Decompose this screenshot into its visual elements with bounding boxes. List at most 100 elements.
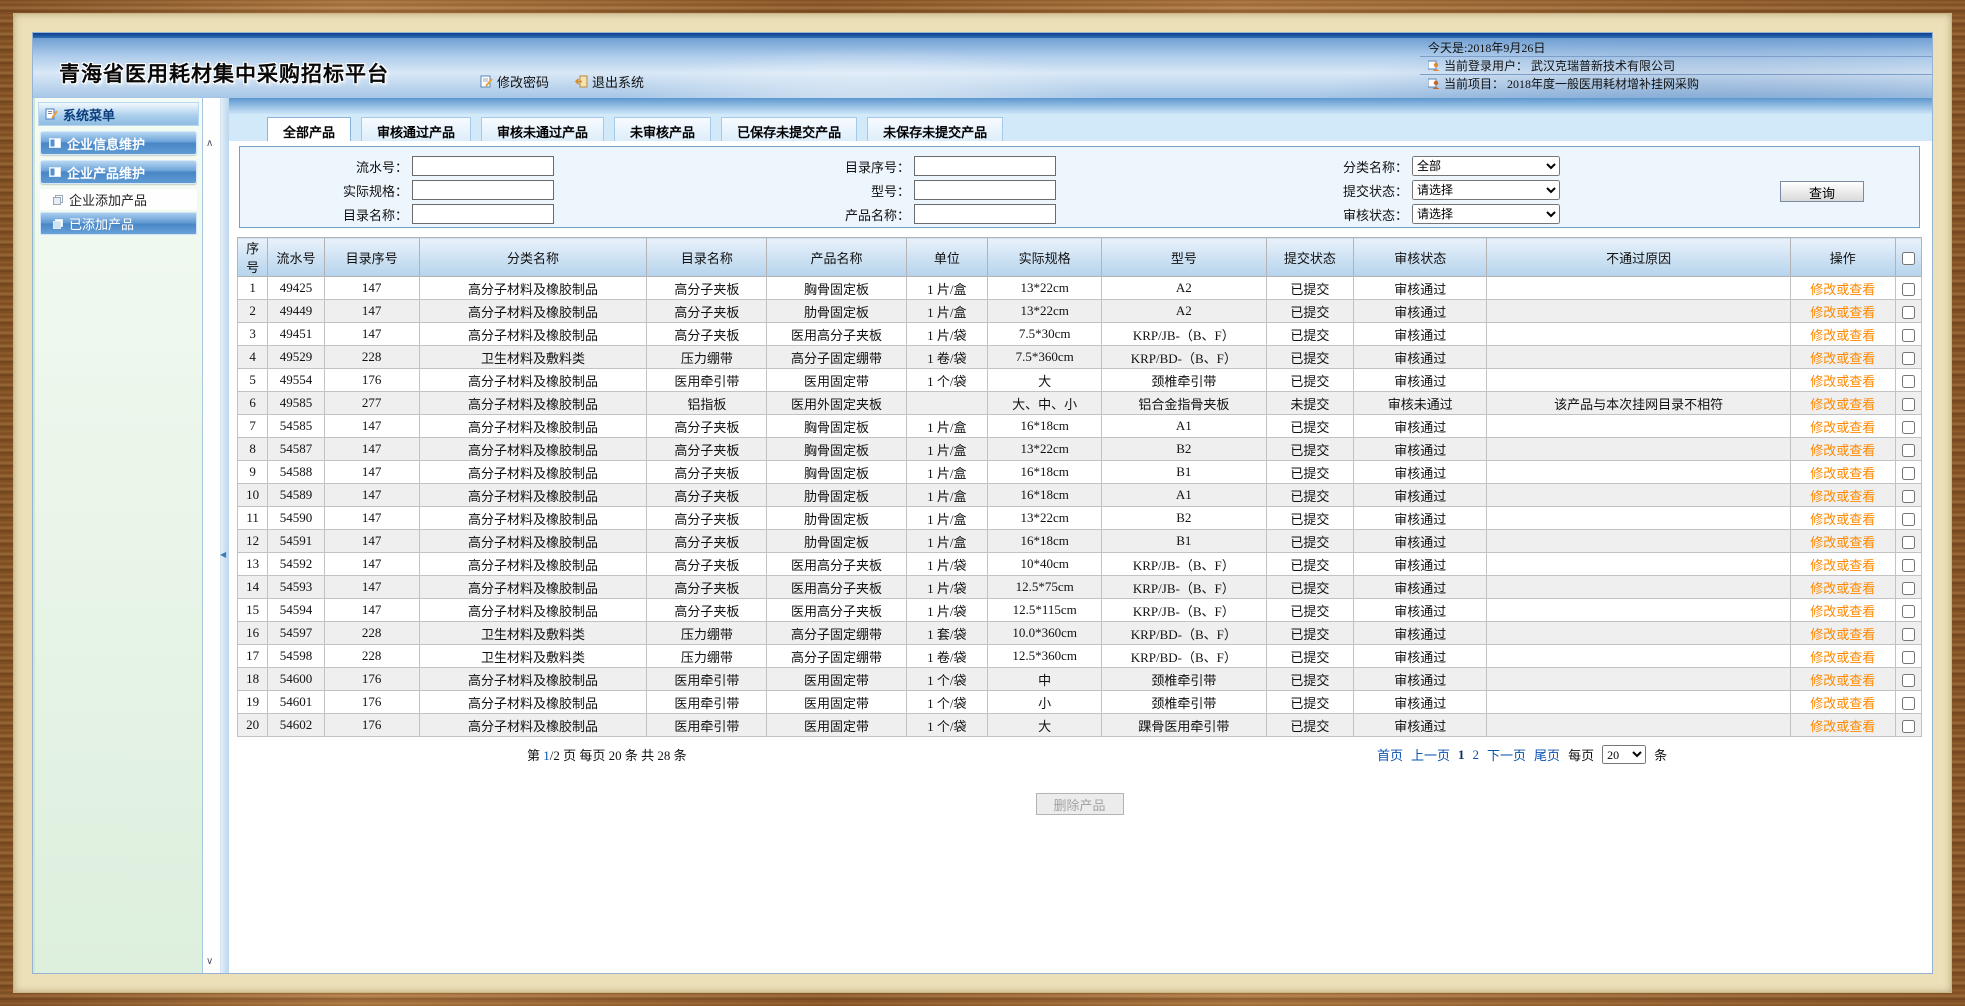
edit-or-view-link[interactable]: 修改或查看 — [1810, 328, 1875, 343]
row-checkbox[interactable] — [1902, 536, 1915, 549]
col-model: B2 — [1102, 438, 1266, 461]
row-checkbox[interactable] — [1902, 283, 1915, 296]
edit-or-view-link[interactable]: 修改或查看 — [1810, 719, 1875, 734]
select-all-checkbox[interactable] — [1902, 252, 1915, 265]
submit-status-select[interactable]: 请选择 — [1412, 180, 1560, 200]
edit-or-view-link[interactable]: 修改或查看 — [1810, 397, 1875, 412]
col-reject-reason — [1487, 599, 1791, 622]
sidebar-item-enterprise-products[interactable]: 企业产品维护 — [40, 160, 197, 184]
logout-link[interactable]: 退出系统 — [575, 72, 644, 91]
edit-or-view-link[interactable]: 修改或查看 — [1810, 673, 1875, 688]
audit-status-select[interactable]: 请选择 — [1412, 204, 1560, 224]
row-checkbox[interactable] — [1902, 651, 1915, 664]
col-reject-reason — [1487, 622, 1791, 645]
row-checkbox[interactable] — [1902, 490, 1915, 503]
col-submit-status: 已提交 — [1266, 714, 1354, 737]
edit-or-view-link[interactable]: 修改或查看 — [1810, 627, 1875, 642]
edit-or-view-link[interactable]: 修改或查看 — [1810, 650, 1875, 665]
edit-or-view-link[interactable]: 修改或查看 — [1810, 374, 1875, 389]
edit-or-view-link[interactable]: 修改或查看 — [1810, 351, 1875, 366]
row-checkbox[interactable] — [1902, 559, 1915, 572]
edit-or-view-link[interactable]: 修改或查看 — [1810, 581, 1875, 596]
row-checkbox[interactable] — [1902, 398, 1915, 411]
sidebar-item-added-products[interactable]: 已添加产品 — [40, 212, 197, 235]
row-checkbox[interactable] — [1902, 467, 1915, 480]
page-1-current: 1 — [1458, 747, 1465, 763]
col-category: 卫生材料及敷料类 — [419, 346, 647, 369]
last-page-link[interactable]: 尾页 — [1534, 745, 1560, 764]
col-select — [1895, 622, 1921, 645]
header-col-spec: 实际规格 — [988, 238, 1102, 277]
header-info: 今天是:2018年9月26日 当前登录用户： 武汉克瑞普新技术有限公司 当前项目… — [1420, 39, 1932, 92]
main-content: 流水号： 目录序号： 分类名称： 全部 实际规格： 型号： — [229, 141, 1932, 973]
col-unit: 1 片/盒 — [906, 530, 988, 553]
col-reject-reason — [1487, 714, 1791, 737]
col-seq: 14 — [238, 576, 268, 599]
col-serial: 54587 — [268, 438, 324, 461]
col-seq: 15 — [238, 599, 268, 622]
tab-bar: 全部产品审核通过产品审核未通过产品未审核产品已保存未提交产品未保存未提交产品 — [229, 114, 1932, 141]
col-unit: 1 个/袋 — [906, 691, 988, 714]
collapse-arrow-icon[interactable]: ◀ — [220, 550, 226, 559]
spec-input[interactable] — [412, 180, 554, 200]
row-checkbox[interactable] — [1902, 329, 1915, 342]
scroll-down-icon[interactable]: ∨ — [206, 956, 213, 967]
row-checkbox[interactable] — [1902, 674, 1915, 687]
row-checkbox[interactable] — [1902, 444, 1915, 457]
row-checkbox[interactable] — [1902, 720, 1915, 733]
edit-or-view-link[interactable]: 修改或查看 — [1810, 604, 1875, 619]
edit-or-view-link[interactable]: 修改或查看 — [1810, 489, 1875, 504]
delete-product-button[interactable]: 删除产品 — [1036, 793, 1124, 815]
catalog-no-input[interactable] — [914, 156, 1056, 176]
col-product-name: 胸骨固定板 — [767, 415, 906, 438]
row-checkbox[interactable] — [1902, 306, 1915, 319]
panel-splitter[interactable]: ◀ — [221, 98, 229, 973]
change-password-link[interactable]: 修改密码 — [480, 72, 549, 91]
row-checkbox[interactable] — [1902, 628, 1915, 641]
model-label: 型号： — [554, 181, 910, 200]
col-category: 高分子材料及橡胶制品 — [419, 277, 647, 300]
row-checkbox[interactable] — [1902, 605, 1915, 618]
col-action: 修改或查看 — [1790, 691, 1895, 714]
row-checkbox[interactable] — [1902, 352, 1915, 365]
edit-or-view-link[interactable]: 修改或查看 — [1810, 443, 1875, 458]
sidebar-item-add-product[interactable]: 企业添加产品 — [40, 189, 197, 210]
col-catalog-name: 医用牵引带 — [647, 691, 767, 714]
query-button[interactable]: 查询 — [1780, 181, 1864, 202]
row-checkbox[interactable] — [1902, 582, 1915, 595]
col-spec: 16*18cm — [988, 461, 1102, 484]
row-checkbox[interactable] — [1902, 697, 1915, 710]
edit-or-view-link[interactable]: 修改或查看 — [1810, 535, 1875, 550]
edit-or-view-link[interactable]: 修改或查看 — [1810, 305, 1875, 320]
doc-icon — [53, 219, 63, 229]
scroll-up-icon[interactable]: ∧ — [206, 138, 213, 149]
per-page-select[interactable]: 20 — [1602, 745, 1646, 764]
sidebar-item-enterprise-info[interactable]: 企业信息维护 — [40, 131, 197, 155]
model-input[interactable] — [914, 180, 1056, 200]
page-2-link[interactable]: 2 — [1473, 747, 1480, 763]
edit-or-view-link[interactable]: 修改或查看 — [1810, 420, 1875, 435]
row-checkbox[interactable] — [1902, 375, 1915, 388]
catalog-name-input[interactable] — [412, 204, 554, 224]
row-checkbox[interactable] — [1902, 513, 1915, 526]
edit-or-view-link[interactable]: 修改或查看 — [1810, 512, 1875, 527]
category-select[interactable]: 全部 — [1412, 156, 1560, 176]
product-name-input[interactable] — [914, 204, 1056, 224]
col-seq: 13 — [238, 553, 268, 576]
col-catalog-no: 147 — [324, 415, 419, 438]
col-audit-status: 审核通过 — [1354, 691, 1487, 714]
edit-or-view-link[interactable]: 修改或查看 — [1810, 466, 1875, 481]
col-reject-reason — [1487, 323, 1791, 346]
edit-or-view-link[interactable]: 修改或查看 — [1810, 282, 1875, 297]
row-checkbox[interactable] — [1902, 421, 1915, 434]
change-password-label: 修改密码 — [497, 72, 549, 91]
col-select — [1895, 691, 1921, 714]
first-page-link[interactable]: 首页 — [1377, 745, 1403, 764]
edit-or-view-link[interactable]: 修改或查看 — [1810, 696, 1875, 711]
next-page-link[interactable]: 下一页 — [1487, 745, 1526, 764]
serial-no-input[interactable] — [412, 156, 554, 176]
col-audit-status: 审核通过 — [1354, 461, 1487, 484]
edit-or-view-link[interactable]: 修改或查看 — [1810, 558, 1875, 573]
prev-page-link[interactable]: 上一页 — [1411, 745, 1450, 764]
header-col-catalog-no: 目录序号 — [324, 238, 419, 277]
